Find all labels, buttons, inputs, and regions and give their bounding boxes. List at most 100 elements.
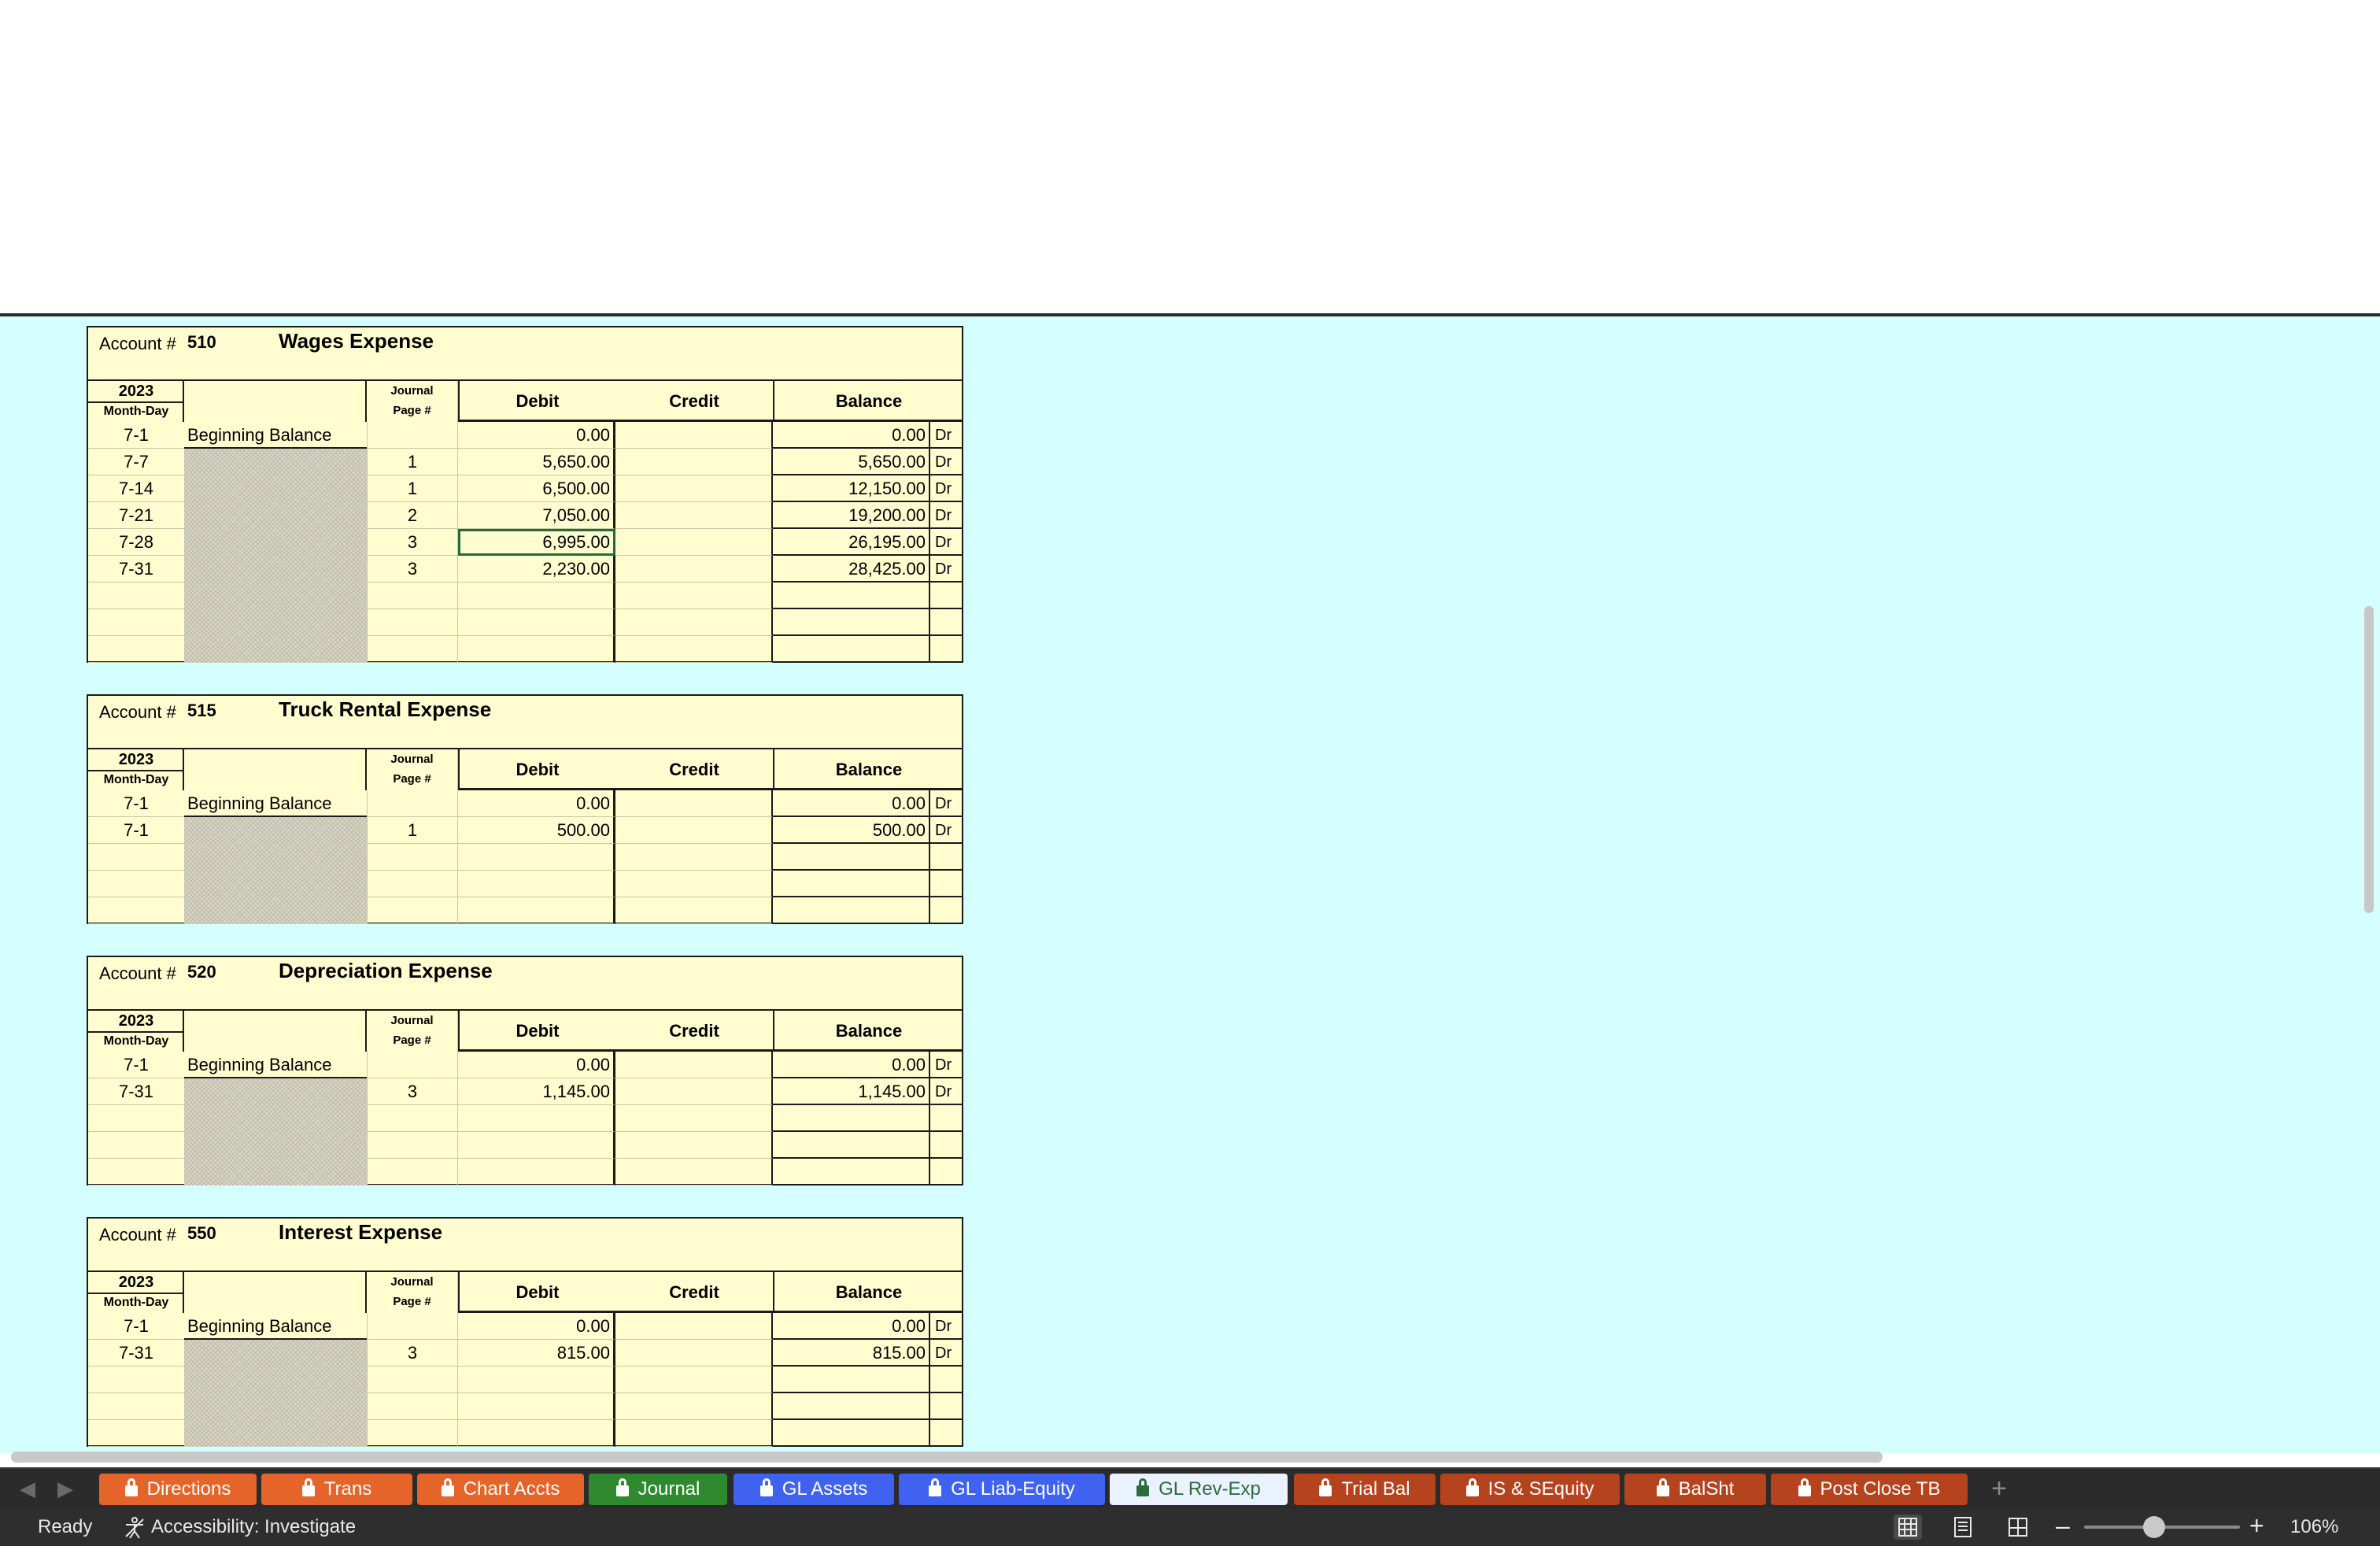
credit-cell[interactable] <box>615 817 773 844</box>
balance-side-cell[interactable]: Dr <box>930 502 963 529</box>
debit-cell[interactable]: 0.00 <box>458 790 615 817</box>
credit-cell[interactable] <box>615 1105 773 1132</box>
balance-cell[interactable] <box>773 636 930 663</box>
description-cell[interactable] <box>184 1159 367 1185</box>
balance-cell[interactable] <box>773 1105 930 1132</box>
debit-cell[interactable] <box>458 1367 615 1393</box>
credit-cell[interactable] <box>615 1367 773 1393</box>
description-cell[interactable] <box>184 1420 367 1447</box>
balance-cell[interactable]: 1,145.00 <box>773 1078 930 1105</box>
journal-page-cell[interactable] <box>367 871 458 897</box>
journal-page-cell[interactable] <box>367 1105 458 1132</box>
sheet-tab-chart-accts[interactable]: Chart Accts <box>417 1474 584 1505</box>
date-cell[interactable] <box>88 636 184 663</box>
journal-page-cell[interactable] <box>367 897 458 924</box>
date-cell[interactable]: 7-31 <box>88 1340 184 1367</box>
journal-page-cell[interactable]: 1 <box>367 475 458 502</box>
balance-cell[interactable]: 500.00 <box>773 817 930 844</box>
credit-cell[interactable] <box>615 1132 773 1159</box>
date-cell[interactable] <box>88 1105 184 1132</box>
credit-cell[interactable] <box>615 422 773 449</box>
balance-side-cell[interactable]: Dr <box>930 1052 963 1078</box>
date-cell[interactable]: 7-1 <box>88 817 184 844</box>
journal-page-cell[interactable]: 3 <box>367 556 458 583</box>
description-cell[interactable] <box>184 1393 367 1420</box>
credit-cell[interactable] <box>615 529 773 556</box>
debit-cell[interactable]: 5,650.00 <box>458 449 615 475</box>
accessibility-status[interactable]: Accessibility: Investigate <box>151 1516 356 1538</box>
chevron-right-icon[interactable]: ▶ <box>54 1475 77 1502</box>
debit-cell[interactable] <box>458 583 615 609</box>
debit-cell[interactable] <box>458 636 615 663</box>
date-cell[interactable] <box>88 583 184 609</box>
description-cell[interactable] <box>184 636 367 663</box>
balance-cell[interactable] <box>773 583 930 609</box>
credit-cell[interactable] <box>615 1052 773 1078</box>
balance-side-cell[interactable] <box>930 1420 963 1447</box>
balance-cell[interactable] <box>773 871 930 897</box>
journal-page-cell[interactable] <box>367 1420 458 1447</box>
balance-side-cell[interactable] <box>930 609 963 636</box>
credit-cell[interactable] <box>615 1313 773 1340</box>
account-number[interactable]: 515 <box>187 701 216 721</box>
journal-page-cell[interactable] <box>367 583 458 609</box>
balance-cell[interactable]: 0.00 <box>773 790 930 817</box>
journal-page-cell[interactable] <box>367 1313 458 1340</box>
date-cell[interactable] <box>88 844 184 871</box>
account-name[interactable]: Depreciation Expense <box>279 959 493 983</box>
journal-page-cell[interactable]: 3 <box>367 1078 458 1105</box>
description-cell[interactable] <box>184 583 367 609</box>
account-number[interactable]: 550 <box>187 1223 216 1244</box>
credit-cell[interactable] <box>615 609 773 636</box>
balance-side-cell[interactable]: Dr <box>930 422 963 449</box>
account-name[interactable]: Interest Expense <box>279 1220 442 1245</box>
balance-cell[interactable] <box>773 1159 930 1185</box>
balance-side-cell[interactable]: Dr <box>930 1340 963 1367</box>
credit-cell[interactable] <box>615 1420 773 1447</box>
credit-cell[interactable] <box>615 556 773 583</box>
journal-page-cell[interactable]: 3 <box>367 1340 458 1367</box>
balance-side-cell[interactable]: Dr <box>930 475 963 502</box>
credit-cell[interactable] <box>615 502 773 529</box>
zoom-slider-thumb[interactable] <box>2143 1516 2166 1538</box>
sheet-tab-is-sequity[interactable]: IS & SEquity <box>1440 1474 1620 1505</box>
balance-side-cell[interactable]: Dr <box>930 449 963 475</box>
balance-side-cell[interactable] <box>930 1367 963 1393</box>
balance-side-cell[interactable] <box>930 1132 963 1159</box>
debit-cell[interactable] <box>458 844 615 871</box>
date-cell[interactable]: 7-14 <box>88 475 184 502</box>
journal-page-cell[interactable] <box>367 790 458 817</box>
debit-cell[interactable] <box>458 871 615 897</box>
balance-side-cell[interactable]: Dr <box>930 817 963 844</box>
date-cell[interactable]: 7-1 <box>88 1313 184 1340</box>
balance-side-cell[interactable]: Dr <box>930 556 963 583</box>
journal-page-cell[interactable] <box>367 422 458 449</box>
balance-side-cell[interactable] <box>930 844 963 871</box>
sheet-tab-gl-rev-exp[interactable]: GL Rev-Exp <box>1110 1474 1288 1505</box>
journal-page-cell[interactable]: 2 <box>367 502 458 529</box>
balance-side-cell[interactable]: Dr <box>930 1313 963 1340</box>
balance-cell[interactable]: 5,650.00 <box>773 449 930 475</box>
balance-side-cell[interactable] <box>930 636 963 663</box>
sheet-tab-trans[interactable]: Trans <box>261 1474 412 1505</box>
sheet-tab-gl-assets[interactable]: GL Assets <box>734 1474 894 1505</box>
journal-page-cell[interactable]: 3 <box>367 529 458 556</box>
balance-side-cell[interactable]: Dr <box>930 529 963 556</box>
debit-cell[interactable] <box>458 609 615 636</box>
balance-side-cell[interactable]: Dr <box>930 790 963 817</box>
description-cell[interactable] <box>184 871 367 897</box>
date-cell[interactable] <box>88 609 184 636</box>
debit-cell[interactable]: 2,230.00 <box>458 556 615 583</box>
description-cell[interactable]: Beginning Balance <box>184 790 367 817</box>
debit-cell[interactable] <box>458 1393 615 1420</box>
credit-cell[interactable] <box>615 583 773 609</box>
journal-page-cell[interactable] <box>367 1367 458 1393</box>
description-cell[interactable] <box>184 817 367 844</box>
description-cell[interactable] <box>184 529 367 556</box>
date-cell[interactable]: 7-21 <box>88 502 184 529</box>
sheet-tab-journal[interactable]: Journal <box>589 1474 727 1505</box>
journal-page-cell[interactable] <box>367 1052 458 1078</box>
description-cell[interactable] <box>184 1132 367 1159</box>
date-cell[interactable] <box>88 1393 184 1420</box>
zoom-out-button[interactable]: – <box>2056 1511 2070 1540</box>
